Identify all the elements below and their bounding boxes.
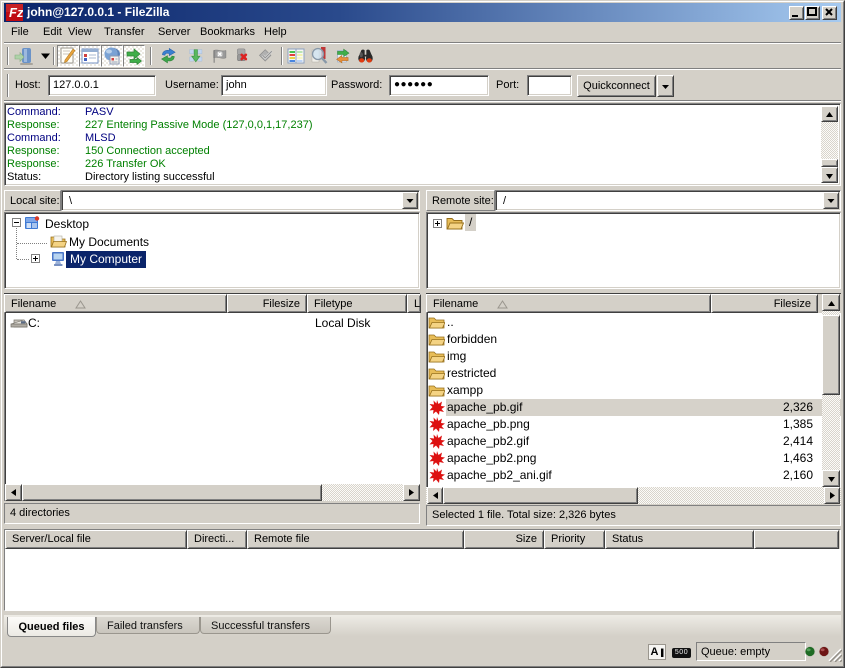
svg-text:Fz: Fz bbox=[9, 5, 23, 20]
